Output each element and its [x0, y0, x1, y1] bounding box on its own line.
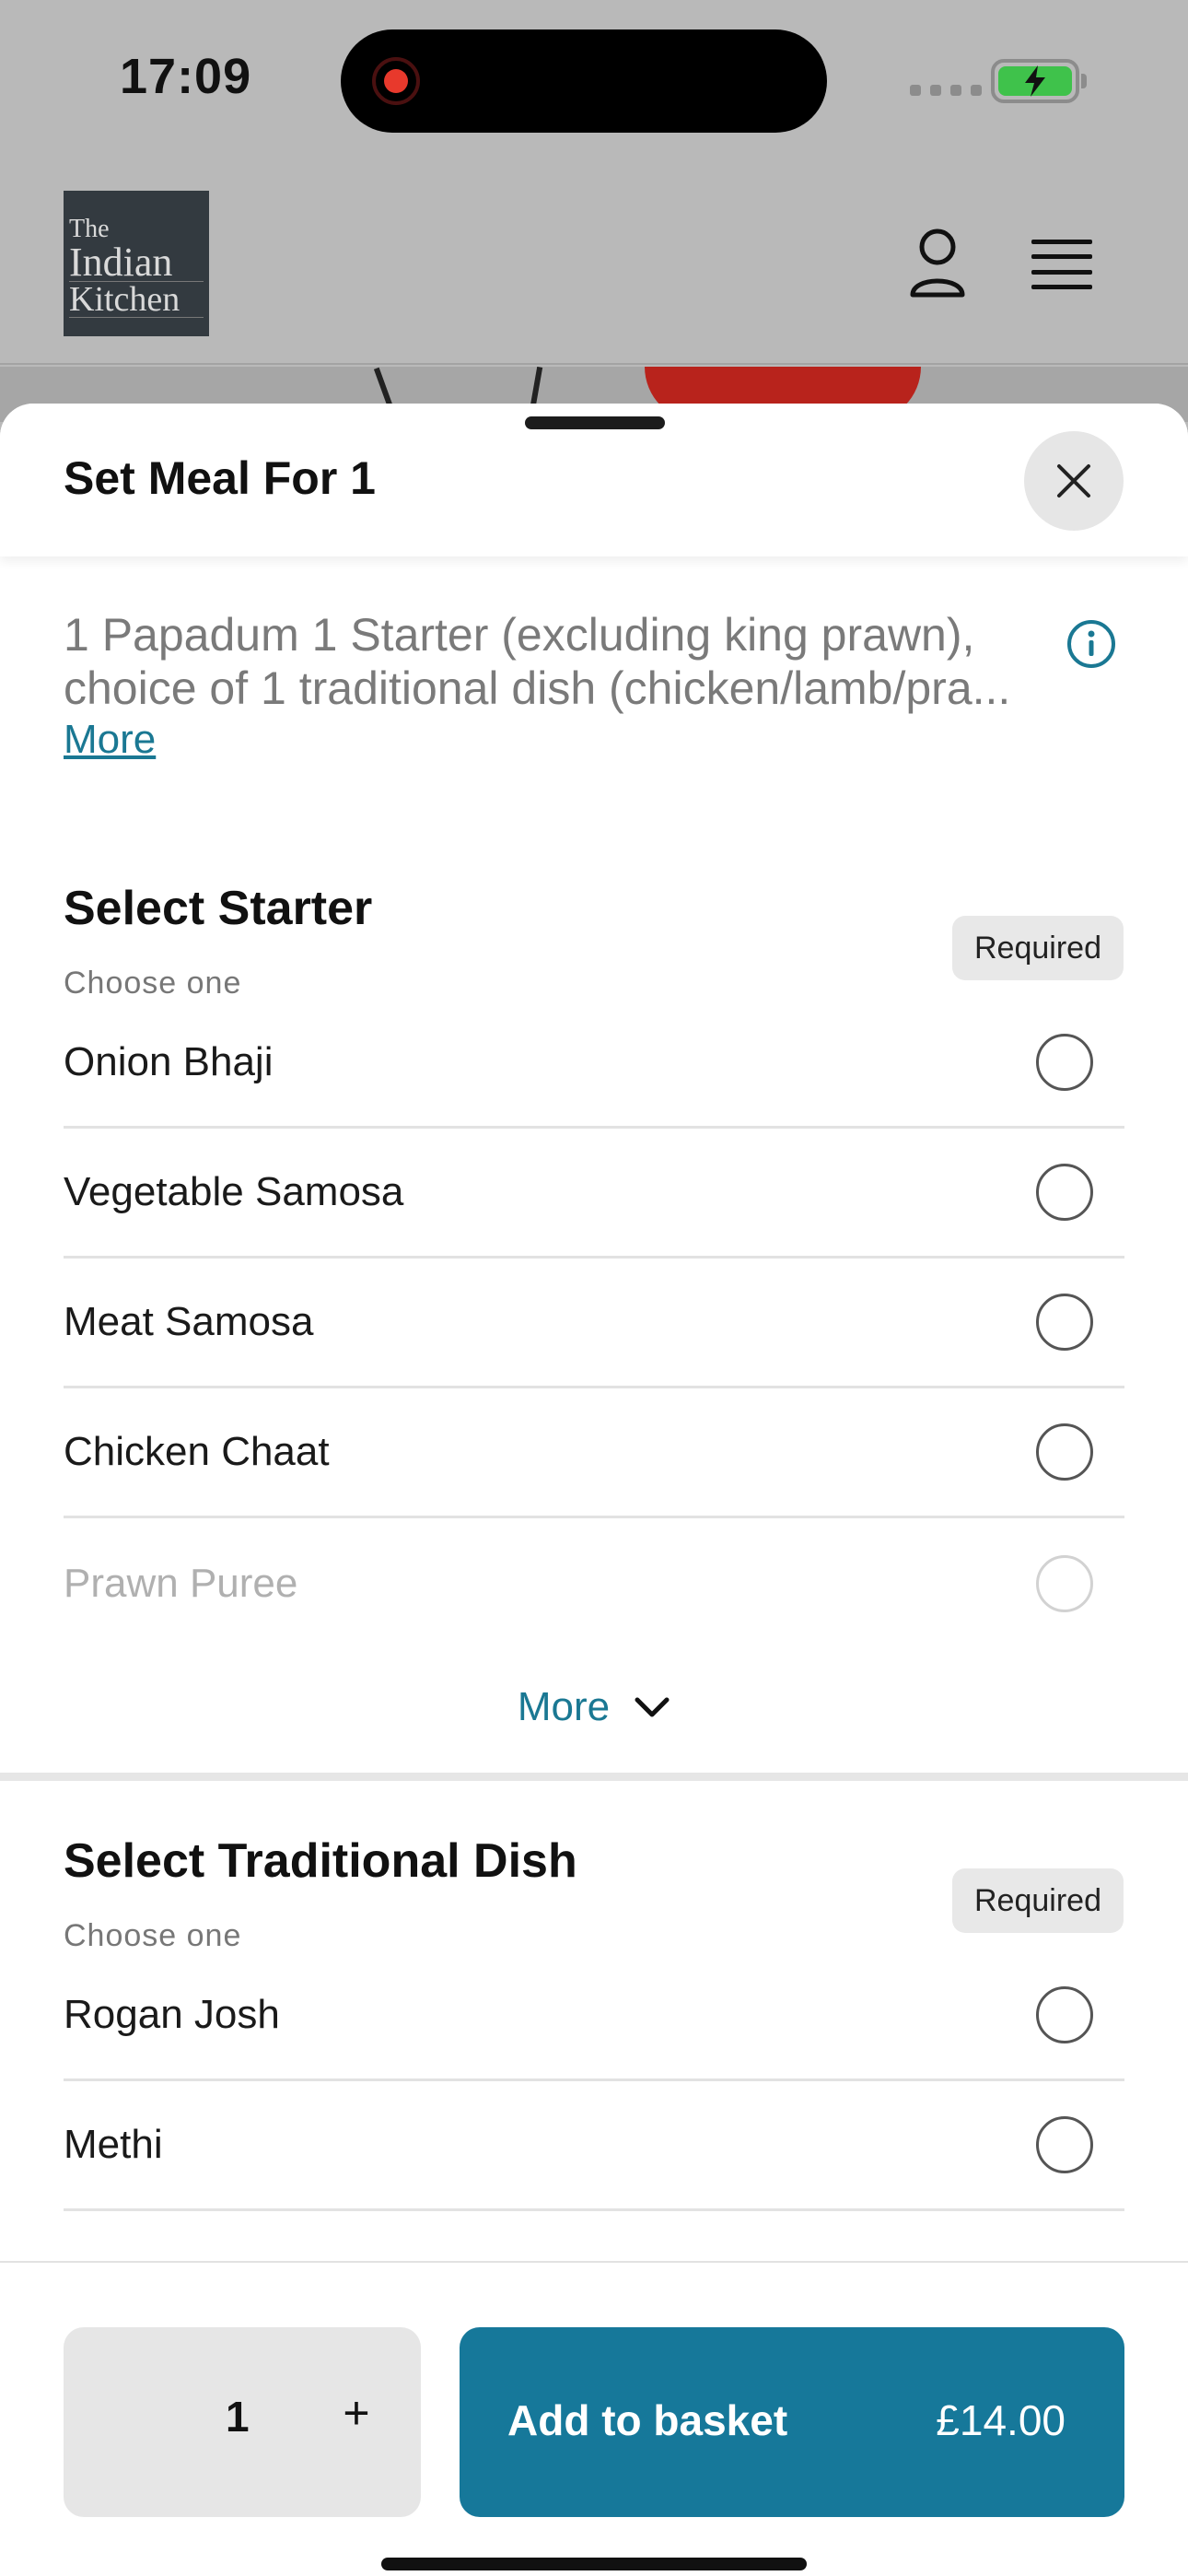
sheet-footer: 1 + Add to basket £14.00 [0, 2261, 1188, 2576]
radio-button[interactable] [1036, 1034, 1093, 1091]
required-badge: Required [952, 916, 1124, 980]
radio-button[interactable] [1036, 1423, 1093, 1481]
status-time: 17:09 [120, 49, 252, 104]
status-bar: 17:09 [0, 0, 1188, 166]
user-account-icon[interactable] [908, 228, 967, 299]
required-badge: Required [952, 1868, 1124, 1933]
chevron-down-icon [635, 1697, 670, 1717]
option-rogan-josh[interactable]: Rogan Josh [64, 1951, 1124, 2081]
option-methi[interactable]: Methi [64, 2081, 1124, 2211]
battery-icon [991, 59, 1087, 103]
home-indicator[interactable] [381, 2558, 807, 2570]
site-header: The Indian Kitchen [0, 166, 1188, 365]
option-meat-samosa[interactable]: Meat Samosa [64, 1259, 1124, 1388]
info-icon[interactable] [1066, 619, 1116, 669]
section-subtitle-starter: Choose one [64, 966, 242, 1001]
show-more-starters-button[interactable]: More [0, 1684, 1188, 1730]
quantity-value: 1 [226, 2393, 250, 2441]
section-divider [0, 1773, 1188, 1781]
add-to-basket-button[interactable]: Add to basket £14.00 [460, 2327, 1124, 2517]
radio-button[interactable] [1036, 2116, 1093, 2173]
basket-price: £14.00 [936, 2396, 1066, 2444]
option-onion-bhaji[interactable]: Onion Bhaji [64, 999, 1124, 1129]
sheet-grabber[interactable] [525, 416, 665, 429]
sheet-title: Set Meal For 1 [64, 452, 376, 504]
option-prawn-puree[interactable]: Prawn Puree [64, 1518, 1124, 1648]
meal-options-sheet: Set Meal For 1 1 Papadum 1 Starter (excl… [0, 404, 1188, 2576]
recording-icon [372, 57, 420, 105]
radio-button[interactable] [1036, 1164, 1093, 1221]
dynamic-island [341, 29, 827, 133]
signal-icon [910, 85, 982, 96]
radio-button[interactable] [1036, 1554, 1093, 1612]
radio-button[interactable] [1036, 1986, 1093, 2043]
option-chicken-chaat[interactable]: Chicken Chaat [64, 1388, 1124, 1518]
section-subtitle-traditional-dish: Choose one [64, 1918, 242, 1953]
restaurant-logo[interactable]: The Indian Kitchen [64, 191, 209, 336]
option-vegetable-samosa[interactable]: Vegetable Samosa [64, 1129, 1124, 1259]
sheet-header: Set Meal For 1 [0, 404, 1188, 556]
quantity-stepper: 1 + [64, 2327, 421, 2517]
close-button[interactable] [1024, 431, 1124, 531]
hamburger-menu-icon[interactable] [1031, 240, 1092, 289]
section-title-starter: Select Starter [64, 882, 373, 935]
add-to-basket-label: Add to basket [507, 2396, 788, 2444]
close-icon [1057, 464, 1090, 498]
increase-quantity-button[interactable]: + [329, 2386, 384, 2440]
description-more-link[interactable]: More [64, 717, 156, 763]
meal-description: 1 Papadum 1 Starter (excluding king praw… [64, 609, 1011, 714]
section-title-traditional-dish: Select Traditional Dish [64, 1834, 577, 1888]
radio-button[interactable] [1036, 1294, 1093, 1351]
